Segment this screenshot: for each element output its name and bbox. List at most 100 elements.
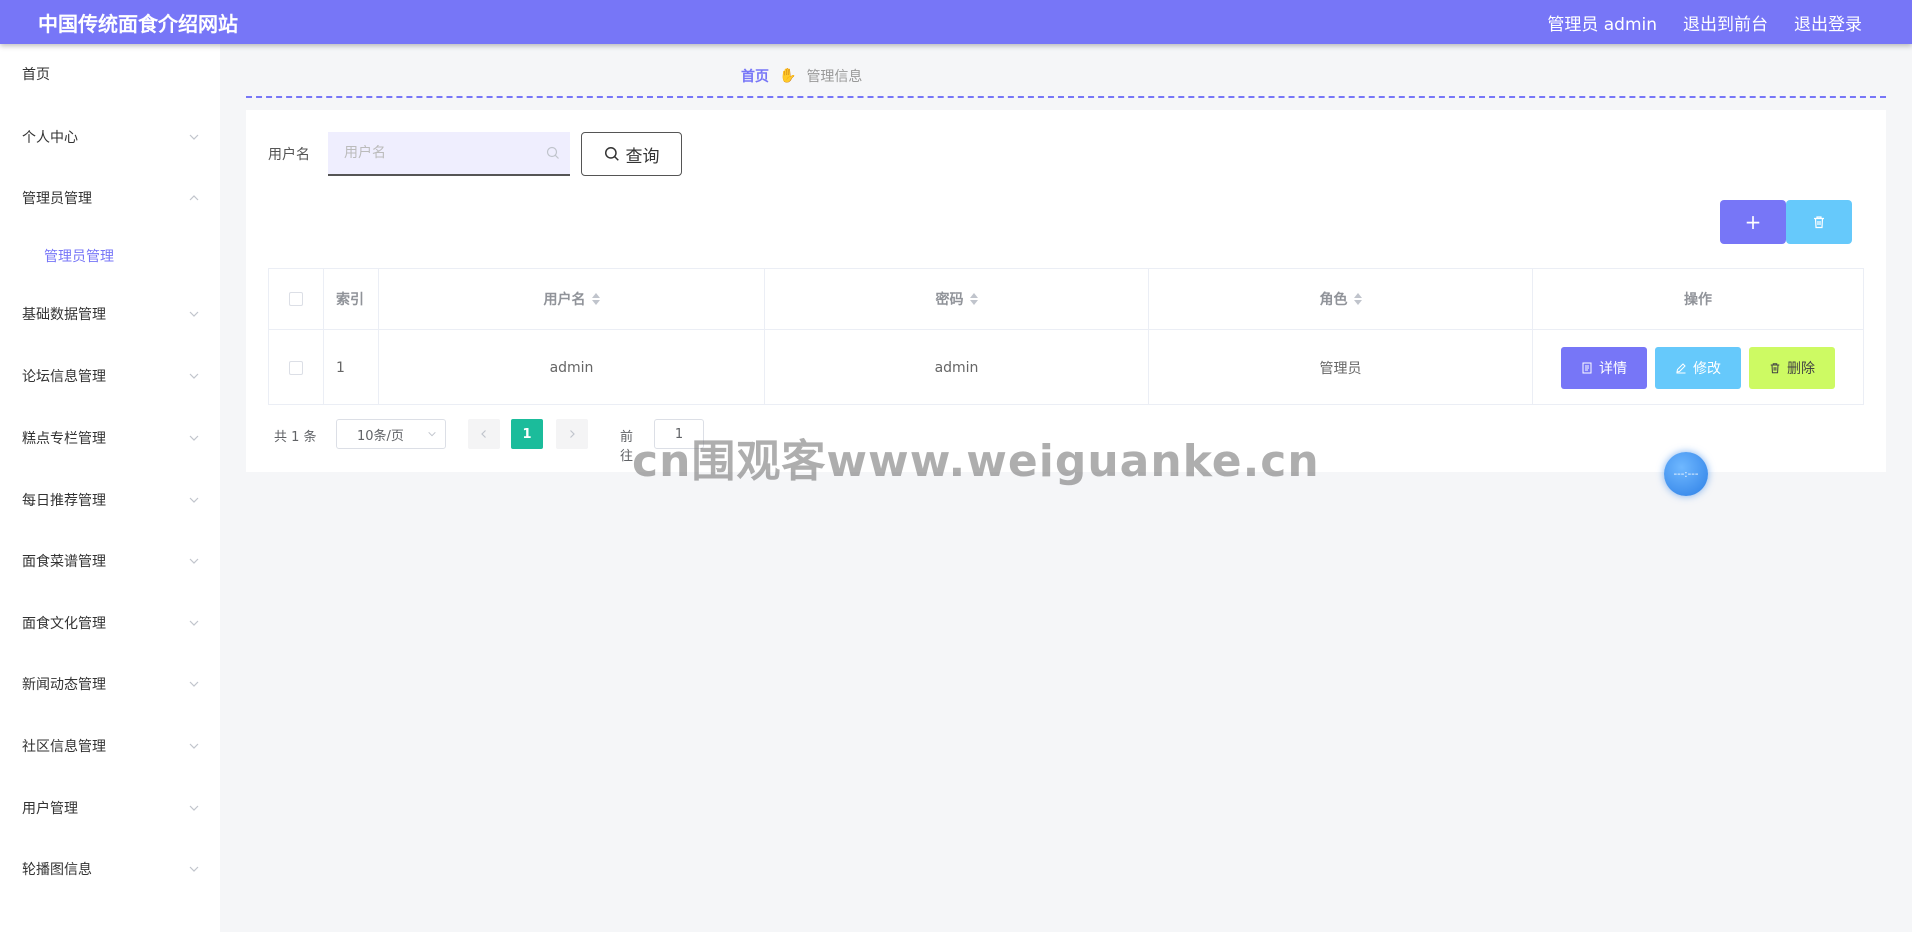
pagination-total: 共 1 条 (274, 430, 317, 445)
sidebar-item-label: 用户管理 (22, 801, 78, 817)
sidebar-item-label: 论坛信息管理 (22, 369, 106, 385)
header-role-label: 角色 (1319, 292, 1348, 308)
search-icon (546, 146, 559, 159)
next-page-button[interactable] (556, 419, 588, 449)
trash-icon (1814, 216, 1824, 229)
sort-icon[interactable] (969, 293, 978, 305)
delete-button[interactable]: 删除 (1749, 346, 1835, 389)
sidebar-item-label: 管理员管理 (44, 249, 114, 265)
chevron-down-icon (189, 866, 199, 872)
sidebar-item-label: 轮播图信息 (22, 862, 92, 878)
sort-icon[interactable] (1353, 293, 1362, 305)
row-select-cell (269, 330, 324, 405)
back-to-front-link[interactable]: 退出到前台 (1683, 10, 1768, 35)
sidebar-item-label: 糕点专栏管理 (22, 431, 106, 447)
sidebar-item-noodle-recipes[interactable]: 面食菜谱管理 (0, 541, 220, 581)
sidebar-item-users[interactable]: 用户管理 (0, 788, 220, 828)
trash-icon (1770, 362, 1780, 373)
cell-username: admin (379, 330, 765, 405)
chevron-up-icon (189, 195, 199, 201)
admin-table: 索引 用户名 密码 角色 操作 1 admin admin 管理员 详情 修改 … (268, 268, 1864, 405)
cell-role: 管理员 (1149, 330, 1533, 405)
add-button[interactable]: + (1720, 200, 1786, 244)
breadcrumb: 首页 ✋ 管理信息 (741, 66, 862, 86)
header-select-cell (269, 269, 324, 329)
sidebar-item-personal-center[interactable]: 个人中心 (0, 117, 220, 157)
cell-operations: 详情 修改 删除 (1533, 330, 1863, 405)
search-label: 用户名 (268, 147, 310, 163)
sidebar-item-admin-management[interactable]: 管理员管理 (0, 178, 220, 218)
sidebar-subitem-admin-management[interactable]: 管理员管理 (0, 236, 220, 276)
hand-icon: ✋ (779, 68, 797, 84)
sidebar-item-label: 新闻动态管理 (22, 677, 106, 693)
sidebar-item-noodle-culture[interactable]: 面食文化管理 (0, 603, 220, 643)
sidebar-item-label: 基础数据管理 (22, 307, 106, 323)
chevron-down-icon (189, 311, 199, 317)
chevron-down-icon (189, 681, 199, 687)
sidebar-item-label: 面食文化管理 (22, 616, 106, 632)
plus-icon: + (1744, 210, 1762, 234)
header-role[interactable]: 角色 (1149, 269, 1533, 329)
table-row: 1 admin admin 管理员 详情 修改 删除 (269, 330, 1863, 405)
header-password[interactable]: 密码 (765, 269, 1149, 329)
select-all-checkbox[interactable] (289, 292, 303, 306)
chevron-down-icon (189, 497, 199, 503)
delete-button-label: 删除 (1787, 360, 1815, 377)
header-username-label: 用户名 (543, 292, 586, 308)
current-user-label: 管理员 admin (1547, 14, 1657, 35)
sidebar-item-news[interactable]: 新闻动态管理 (0, 664, 220, 704)
breadcrumb-current: 管理信息 (806, 69, 863, 85)
edit-button[interactable]: 修改 (1655, 346, 1741, 389)
breadcrumb-divider (246, 96, 1886, 98)
sidebar-item-label: 首页 (22, 67, 50, 83)
site-title: 中国传统面食介绍网站 (38, 11, 238, 36)
header-operation: 操作 (1533, 269, 1863, 329)
header-username[interactable]: 用户名 (379, 269, 765, 329)
chevron-down-icon (189, 805, 199, 811)
page-size-value: 10条/页 (357, 428, 404, 444)
search-box (328, 132, 570, 176)
header-operation-label: 操作 (1684, 292, 1712, 308)
chevron-down-icon (189, 558, 199, 564)
chevron-left-icon (481, 430, 486, 438)
breadcrumb-home[interactable]: 首页 (741, 66, 769, 86)
sidebar-item-basic-data[interactable]: 基础数据管理 (0, 294, 220, 334)
sort-icon[interactable] (591, 293, 600, 305)
cell-password: admin (765, 330, 1149, 405)
chevron-down-icon (189, 743, 199, 749)
query-button-label: 查询 (625, 146, 660, 167)
table-header-row: 索引 用户名 密码 角色 操作 (269, 269, 1863, 330)
header-password-label: 密码 (935, 292, 964, 308)
row-checkbox[interactable] (289, 360, 303, 375)
username-search-input[interactable] (344, 145, 534, 161)
document-icon (1582, 362, 1592, 373)
floating-widget[interactable]: ---:--- (1664, 452, 1708, 496)
sidebar-item-community[interactable]: 社区信息管理 (0, 726, 220, 766)
detail-button[interactable]: 详情 (1561, 346, 1647, 389)
sidebar-item-daily-recommend[interactable]: 每日推荐管理 (0, 480, 220, 520)
query-button[interactable]: 查询 (581, 132, 682, 176)
sidebar-item-pastry-column[interactable]: 糕点专栏管理 (0, 418, 220, 458)
batch-delete-button[interactable] (1786, 200, 1852, 244)
header-index: 索引 (324, 269, 379, 329)
sidebar-item-carousel[interactable]: 轮播图信息 (0, 849, 220, 889)
page-number-button[interactable]: 1 (511, 419, 543, 449)
prev-page-button[interactable] (468, 419, 500, 449)
sidebar-item-label: 面食菜谱管理 (22, 554, 106, 570)
chevron-right-icon (570, 430, 575, 438)
sidebar: 首页 个人中心 管理员管理 管理员管理 基础数据管理 论坛信息管理 糕点专栏管理… (0, 44, 220, 932)
sidebar-item-home[interactable]: 首页 (0, 54, 220, 94)
chevron-down-icon (428, 431, 436, 437)
sidebar-item-label: 每日推荐管理 (22, 493, 106, 509)
sidebar-item-label: 管理员管理 (22, 191, 92, 207)
sidebar-item-label: 个人中心 (22, 130, 78, 146)
logout-link[interactable]: 退出登录 (1794, 10, 1862, 35)
sidebar-item-label: 社区信息管理 (22, 739, 106, 755)
watermark-text: cn围观客www.weiguanke.cn (632, 436, 1320, 487)
pencil-icon (1676, 362, 1686, 373)
sidebar-item-forum[interactable]: 论坛信息管理 (0, 356, 220, 396)
chevron-down-icon (189, 373, 199, 379)
page-size-select[interactable]: 10条/页 (336, 419, 446, 449)
header-index-label: 索引 (336, 292, 364, 308)
chevron-down-icon (189, 134, 199, 140)
